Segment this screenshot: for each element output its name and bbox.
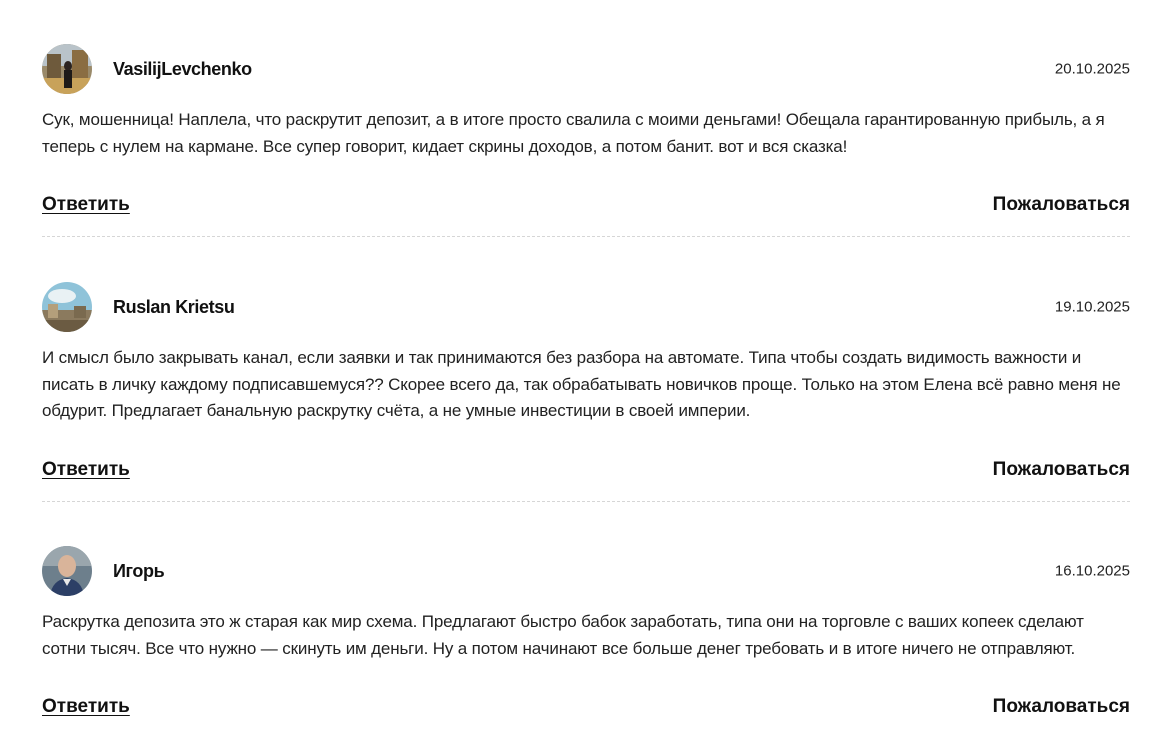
avatar-photo-icon (42, 44, 92, 94)
reply-button[interactable]: Ответить (42, 194, 130, 216)
avatar (42, 282, 92, 332)
comment-divider (42, 236, 1130, 237)
comment-date: 20.10.2025 (1054, 60, 1130, 78)
comment-actions: Ответить Пожаловаться (42, 459, 1130, 485)
comment-text: Раскрутка депозита это ж старая как мир … (42, 612, 1084, 658)
avatar (42, 44, 92, 94)
avatar (42, 546, 92, 596)
comment-item: Игорь 16.10.2025 Раскрутка депозита это … (42, 545, 1130, 722)
comment-header: VasilijLevchenko 20.10.2025 (42, 43, 1130, 95)
avatar-photo-icon (42, 282, 92, 332)
comment-header: Ruslan Krietsu 19.10.2025 (42, 281, 1130, 333)
report-button[interactable]: Пожаловаться (993, 459, 1130, 481)
comment-author: Ruslan Krietsu (113, 296, 235, 317)
comment-date: 16.10.2025 (1054, 562, 1130, 580)
comment-author: VasilijLevchenko (113, 58, 252, 79)
comment-actions: Ответить Пожаловаться (42, 696, 1130, 722)
report-button[interactable]: Пожаловаться (993, 696, 1130, 718)
comment-text: Сук, мошенница! Наплела, что раскрутит д… (42, 110, 1105, 156)
comment-item: Ruslan Krietsu 19.10.2025 И смысл было з… (42, 281, 1130, 502)
comment-author: Игорь (113, 560, 165, 581)
reply-button[interactable]: Ответить (42, 696, 130, 718)
report-button[interactable]: Пожаловаться (993, 194, 1130, 216)
comment-date: 19.10.2025 (1054, 298, 1130, 316)
comment-text: И смысл было закрывать канал, если заявк… (42, 348, 1121, 420)
avatar-photo-icon (42, 546, 92, 596)
comment-divider (42, 500, 1130, 502)
comment-header: Игорь 16.10.2025 (42, 545, 1130, 597)
comment-actions: Ответить Пожаловаться (42, 194, 1130, 220)
reply-button[interactable]: Ответить (42, 459, 130, 481)
comment-item: VasilijLevchenko 20.10.2025 Сук, мошенни… (42, 43, 1130, 237)
